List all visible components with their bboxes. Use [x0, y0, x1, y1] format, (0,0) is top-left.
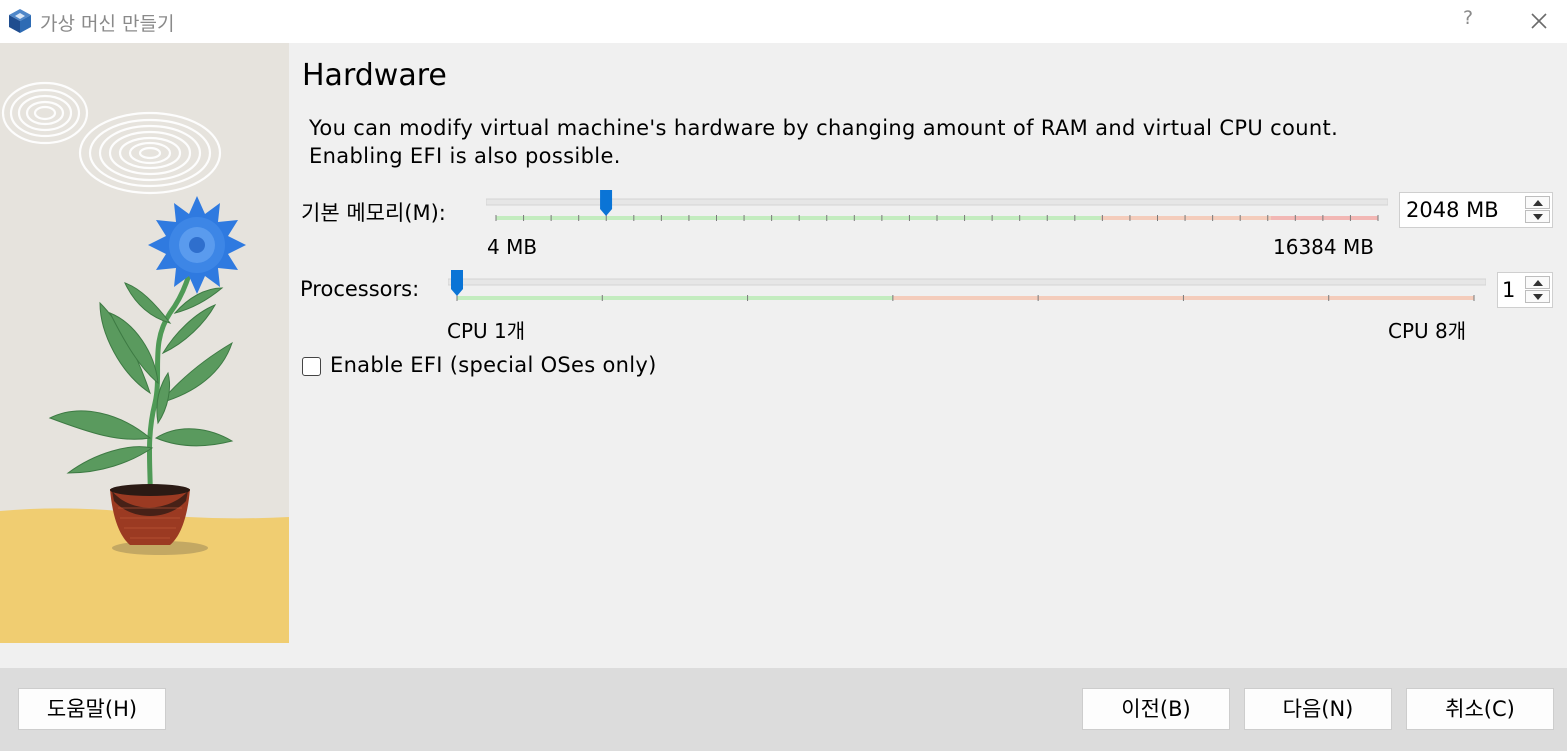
- processors-spinbox[interactable]: 1: [1497, 272, 1553, 308]
- processors-slider[interactable]: [448, 269, 1486, 303]
- memory-spin-value[interactable]: 2048 MB: [1406, 198, 1499, 222]
- processors-slider-handle[interactable]: [451, 270, 463, 296]
- back-button[interactable]: 이전(B): [1082, 688, 1230, 730]
- processors-spin-value[interactable]: 1: [1502, 278, 1515, 302]
- button-bar: 도움말(H) 이전(B) 다음(N) 취소(C): [0, 668, 1567, 751]
- virtualbox-cube-icon: [9, 9, 31, 33]
- memory-slider-segment-1: [496, 216, 1101, 220]
- memory-slider-segment-2: [1101, 216, 1271, 220]
- description-line-2: Enabling EFI is also possible.: [309, 144, 621, 168]
- title-bar: 가상 머신 만들기 ?: [0, 0, 1567, 43]
- efi-checkbox[interactable]: [302, 357, 321, 376]
- memory-slider-segment-3: [1271, 216, 1378, 220]
- chevron-up-icon: [1532, 280, 1543, 286]
- help-icon[interactable]: ?: [1456, 7, 1480, 35]
- processors-slider-groove: [448, 278, 1486, 286]
- processors-increment-button[interactable]: [1525, 276, 1550, 289]
- memory-slider[interactable]: [486, 189, 1388, 223]
- memory-spinbox[interactable]: 2048 MB: [1399, 192, 1553, 228]
- wizard-illustration: [0, 43, 289, 643]
- memory-min-label: 4 MB: [487, 235, 538, 259]
- plant-illustration: [0, 43, 289, 643]
- processors-decrement-button[interactable]: [1525, 290, 1550, 303]
- processors-slider-track-svg: [448, 270, 1486, 301]
- memory-label: 기본 메모리(M):: [301, 201, 446, 225]
- description-line-1: You can modify virtual machine's hardwar…: [309, 116, 1339, 140]
- memory-slider-track-svg: [486, 190, 1388, 221]
- chevron-down-icon: [1532, 294, 1543, 300]
- cancel-button[interactable]: 취소(C): [1406, 688, 1554, 730]
- processors-label: Processors:: [300, 277, 420, 301]
- window-title: 가상 머신 만들기: [40, 13, 175, 35]
- memory-max-label: 16384 MB: [1273, 235, 1374, 259]
- processors-slider-segment-1: [457, 296, 893, 300]
- page-title: Hardware: [302, 58, 447, 93]
- processors-max-label: CPU 8개: [1388, 319, 1467, 343]
- page-description: You can modify virtual machine's hardwar…: [309, 114, 1338, 170]
- chevron-up-icon: [1532, 200, 1543, 206]
- memory-slider-handle[interactable]: [600, 190, 613, 216]
- chevron-down-icon: [1532, 214, 1543, 220]
- memory-decrement-button[interactable]: [1525, 210, 1550, 223]
- processors-min-label: CPU 1개: [447, 319, 526, 343]
- memory-slider-groove: [486, 198, 1388, 206]
- next-button[interactable]: 다음(N): [1244, 688, 1392, 730]
- memory-increment-button[interactable]: [1525, 196, 1550, 209]
- efi-checkbox-label[interactable]: Enable EFI (special OSes only): [330, 353, 657, 377]
- close-icon[interactable]: [1522, 6, 1554, 36]
- help-button[interactable]: 도움말(H): [18, 688, 166, 730]
